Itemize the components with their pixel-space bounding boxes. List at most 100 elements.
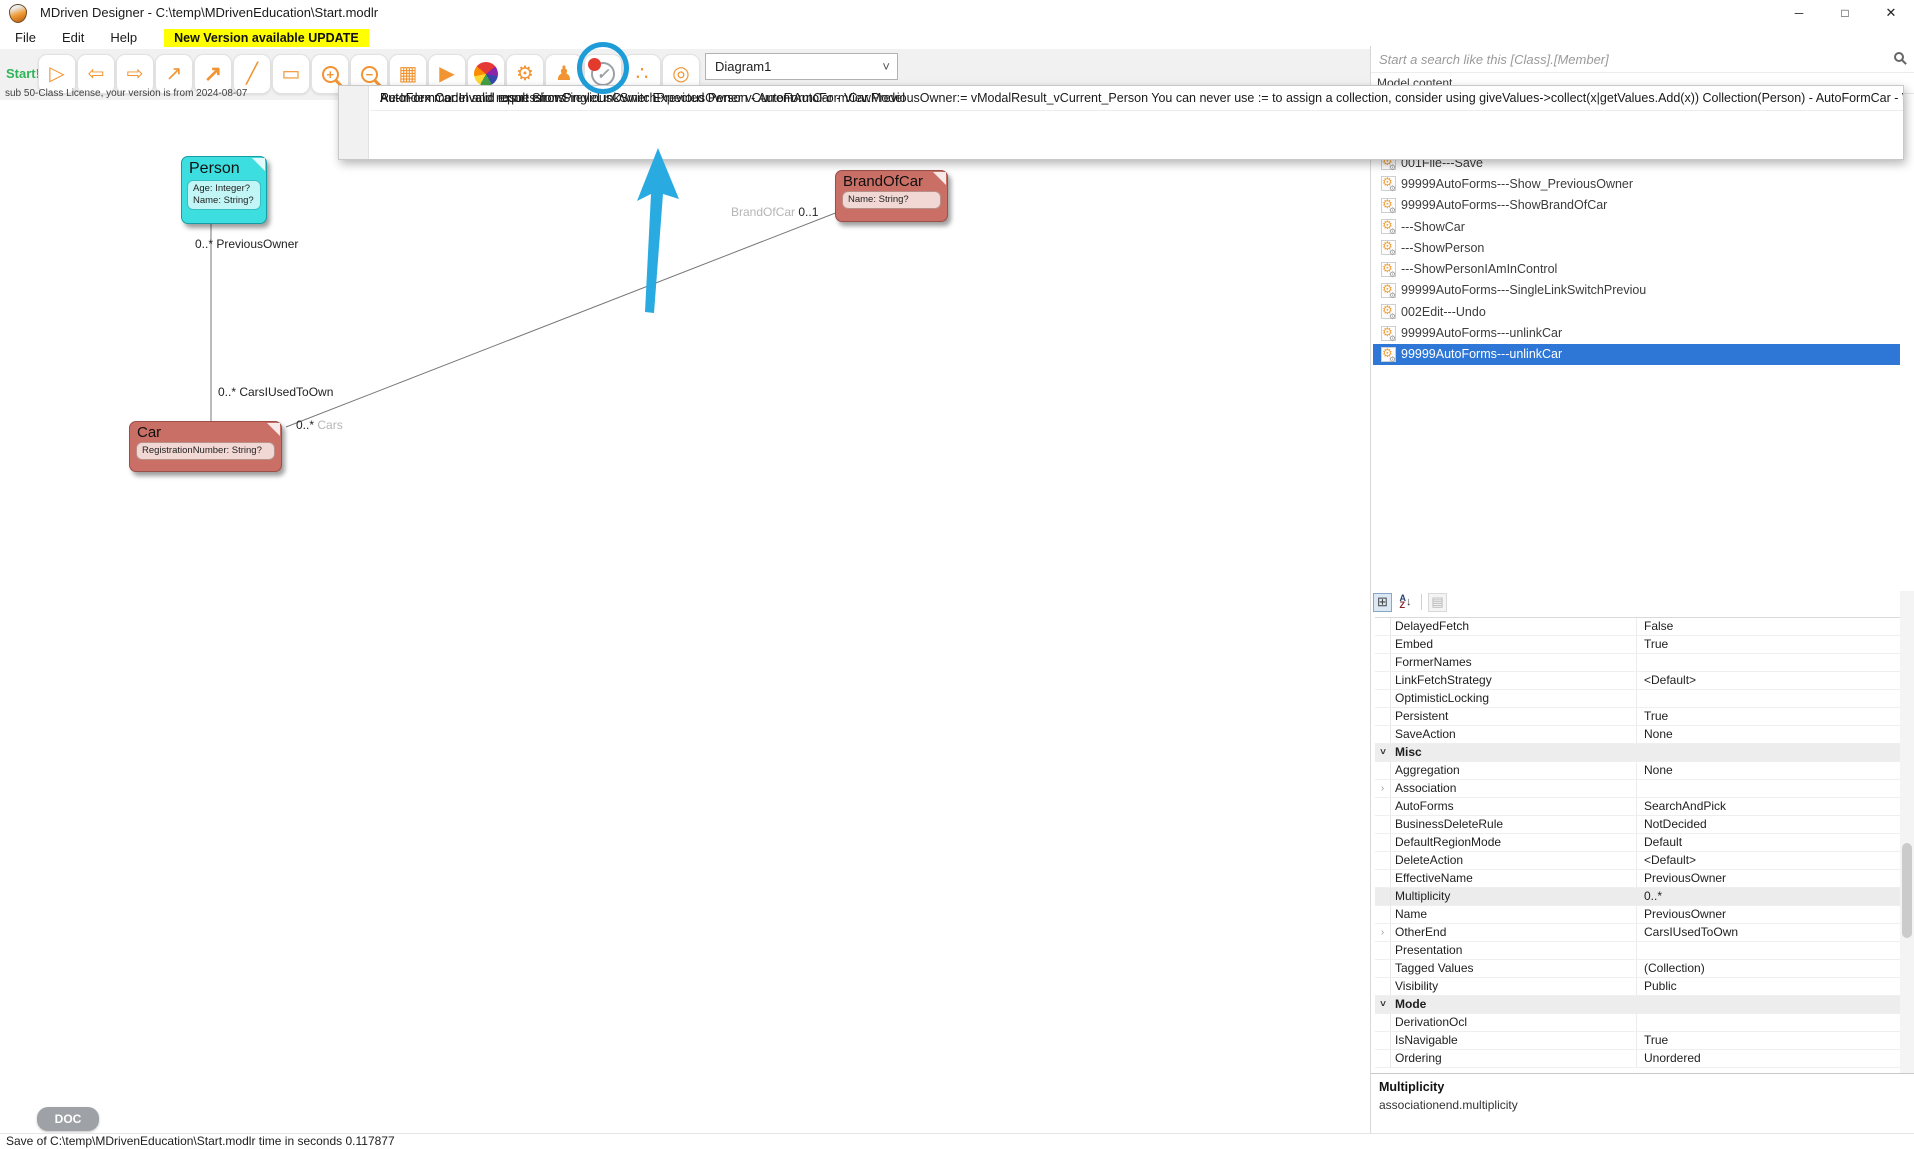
list-item[interactable]: ---ShowPerson	[1373, 237, 1900, 258]
expand-chevron-icon[interactable]	[1375, 906, 1391, 923]
property-row[interactable]: Presentation	[1375, 942, 1901, 960]
property-row[interactable]: SaveAction None	[1375, 726, 1901, 744]
list-item[interactable]: 99999AutoForms---Show_PreviousOwner	[1373, 173, 1900, 194]
expand-chevron-icon[interactable]	[1375, 636, 1391, 653]
property-value[interactable]: Default	[1637, 834, 1901, 851]
expand-chevron-icon[interactable]	[1375, 942, 1391, 959]
expand-chevron-icon[interactable]	[1375, 816, 1391, 833]
property-row[interactable]: Multiplicity 0..*	[1375, 888, 1901, 906]
property-row[interactable]: › OtherEnd CarsIUsedToOwn	[1375, 924, 1901, 942]
expand-chevron-icon[interactable]	[1375, 762, 1391, 779]
property-row[interactable]: DerivationOcl	[1375, 1014, 1901, 1032]
property-row[interactable]: OptimisticLocking	[1375, 690, 1901, 708]
property-row[interactable]: Aggregation None	[1375, 762, 1901, 780]
property-row[interactable]: IsNavigable True	[1375, 1032, 1901, 1050]
minimize-button[interactable]: ─	[1776, 0, 1822, 26]
property-value[interactable]	[1637, 690, 1901, 707]
expand-chevron-icon[interactable]	[1375, 852, 1391, 869]
property-value[interactable]	[1637, 744, 1901, 761]
property-value[interactable]: <Default>	[1637, 672, 1901, 689]
property-row[interactable]: BusinessDeleteRule NotDecided	[1375, 816, 1901, 834]
expand-chevron-icon[interactable]	[1375, 654, 1391, 671]
property-row[interactable]: DefaultRegionMode Default	[1375, 834, 1901, 852]
menu-file[interactable]: File	[2, 28, 49, 47]
scrollbar-thumb[interactable]	[1902, 843, 1912, 938]
class-box-brandofcar[interactable]: BrandOfCar Name: String?	[835, 170, 948, 222]
expand-chevron-icon[interactable]	[1375, 618, 1391, 635]
expand-chevron-icon[interactable]: ›	[1375, 780, 1391, 797]
maximize-button[interactable]: □	[1822, 0, 1868, 26]
property-value[interactable]: <Default>	[1637, 852, 1901, 869]
expand-chevron-icon[interactable]	[1375, 672, 1391, 689]
search-input[interactable]	[1379, 48, 1879, 70]
expand-chevron-icon[interactable]: ˅	[1375, 744, 1391, 761]
list-item[interactable]: 002Edit---Undo	[1373, 301, 1900, 322]
property-row[interactable]: AutoForms SearchAndPick	[1375, 798, 1901, 816]
property-row[interactable]: Name PreviousOwner	[1375, 906, 1901, 924]
property-value[interactable]	[1637, 1014, 1901, 1031]
property-value[interactable]	[1637, 654, 1901, 671]
property-row[interactable]: DeleteAction <Default>	[1375, 852, 1901, 870]
expand-chevron-icon[interactable]	[1375, 960, 1391, 977]
property-value[interactable]: None	[1637, 726, 1901, 743]
property-row[interactable]: DelayedFetch False	[1375, 618, 1901, 636]
property-value[interactable]: Unordered	[1637, 1050, 1901, 1067]
alphabetical-sort-icon[interactable]: AZ ↓	[1396, 593, 1415, 612]
property-value[interactable]	[1637, 942, 1901, 959]
menu-help[interactable]: Help	[97, 28, 150, 47]
property-value[interactable]: False	[1637, 618, 1901, 635]
class-box-car[interactable]: Car RegistrationNumber: String?	[129, 421, 282, 472]
list-item[interactable]: 99999AutoForms---unlinkCar	[1373, 344, 1900, 365]
categorized-view-icon[interactable]: ⊞	[1373, 593, 1392, 612]
expand-chevron-icon[interactable]	[1375, 798, 1391, 815]
property-value[interactable]: None	[1637, 762, 1901, 779]
expand-chevron-icon[interactable]	[1375, 708, 1391, 725]
doc-button[interactable]: DOC	[37, 1107, 99, 1131]
property-row[interactable]: Visibility Public	[1375, 978, 1901, 996]
expand-chevron-icon[interactable]	[1375, 690, 1391, 707]
property-value[interactable]: CarsIUsedToOwn	[1637, 924, 1901, 941]
list-item[interactable]: ---ShowCar	[1373, 216, 1900, 237]
property-row[interactable]: Ordering Unordered	[1375, 1050, 1901, 1068]
property-row[interactable]: Tagged Values (Collection)	[1375, 960, 1901, 978]
start-label[interactable]: Start!	[6, 66, 40, 81]
diagram-canvas[interactable]: Person Age: Integer? Name: String? Brand…	[0, 100, 1370, 1133]
property-value[interactable]: 0..*	[1637, 888, 1901, 905]
expand-chevron-icon[interactable]	[1375, 1032, 1391, 1049]
expand-chevron-icon[interactable]	[1375, 834, 1391, 851]
property-value[interactable]: True	[1637, 708, 1901, 725]
diagram-selector[interactable]: Diagram1 ˅	[705, 53, 898, 80]
new-class-tool[interactable]: ▭	[272, 54, 310, 94]
property-row[interactable]: EffectiveName PreviousOwner	[1375, 870, 1901, 888]
property-value[interactable]: True	[1637, 1032, 1901, 1049]
expand-chevron-icon[interactable]	[1375, 1050, 1391, 1067]
list-item[interactable]: 99999AutoForms---unlinkCar	[1373, 322, 1900, 343]
property-value[interactable]: PreviousOwner	[1637, 870, 1901, 887]
list-item[interactable]: ---ShowPersonIAmInControl	[1373, 258, 1900, 279]
property-value[interactable]	[1637, 996, 1901, 1013]
expand-chevron-icon[interactable]: ›	[1375, 924, 1391, 941]
expand-chevron-icon[interactable]	[1375, 726, 1391, 743]
property-row[interactable]: ˅ Mode	[1375, 996, 1901, 1014]
property-row[interactable]: FormerNames	[1375, 654, 1901, 672]
property-row[interactable]: › Association	[1375, 780, 1901, 798]
property-value[interactable]	[1637, 780, 1901, 797]
update-banner[interactable]: New Version available UPDATE	[164, 29, 369, 47]
expand-chevron-icon[interactable]	[1375, 888, 1391, 905]
property-value[interactable]: Public	[1637, 978, 1901, 995]
close-button[interactable]: ✕	[1868, 0, 1914, 26]
menu-edit[interactable]: Edit	[49, 28, 97, 47]
property-row[interactable]: Persistent True	[1375, 708, 1901, 726]
list-item[interactable]: 99999AutoForms---ShowBrandOfCar	[1373, 195, 1900, 216]
expand-chevron-icon[interactable]: ˅	[1375, 996, 1391, 1013]
property-value[interactable]: PreviousOwner	[1637, 906, 1901, 923]
property-row[interactable]: LinkFetchStrategy <Default>	[1375, 672, 1901, 690]
property-value[interactable]: (Collection)	[1637, 960, 1901, 977]
search-icon[interactable]	[1894, 52, 1904, 62]
property-row[interactable]: ˅ Misc	[1375, 744, 1901, 762]
expand-chevron-icon[interactable]	[1375, 978, 1391, 995]
expand-chevron-icon[interactable]	[1375, 1014, 1391, 1031]
property-value[interactable]: NotDecided	[1637, 816, 1901, 833]
property-grid-scrollbar[interactable]	[1900, 591, 1914, 1073]
property-value[interactable]: True	[1637, 636, 1901, 653]
